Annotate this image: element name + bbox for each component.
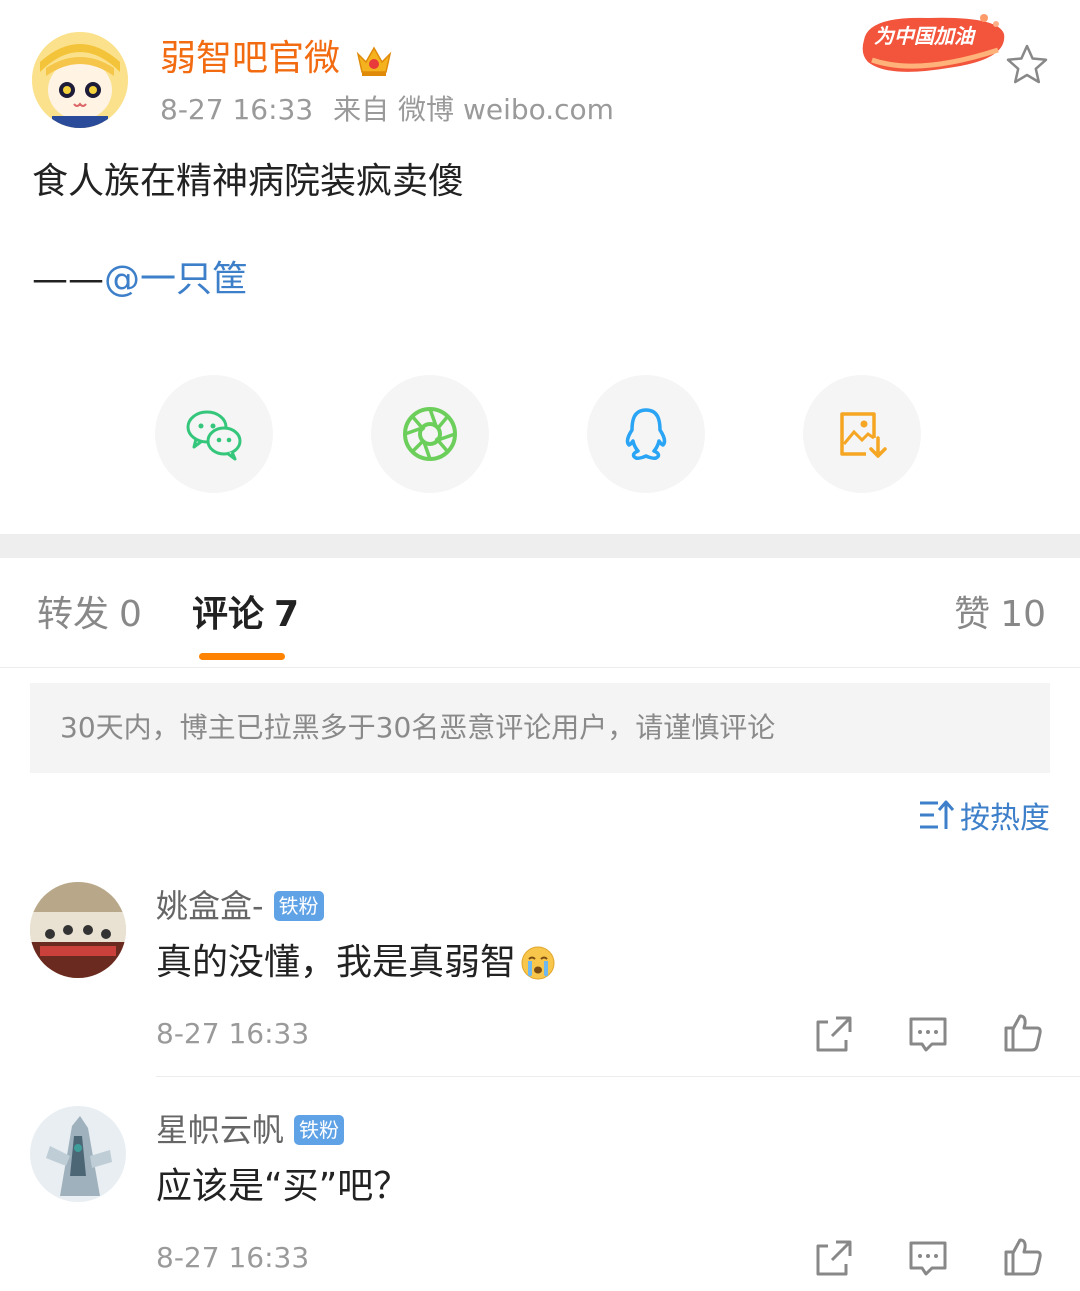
crown-icon [354,40,394,80]
tab-reposts-count: 0 [119,594,142,635]
credit-dash: —— [32,259,104,300]
tab-likes-count: 10 [1000,594,1046,635]
post-text: 食人族在精神病院装疯卖傻 [32,161,465,202]
tab-comments-count: 7 [274,594,300,635]
comment-username-row: 星帜云帆 铁粉 [156,1108,345,1152]
comment-text: 真的没懂，我是真弱智 [156,942,517,983]
share-qq-button[interactable] [587,375,705,493]
comment-divider [156,1076,1080,1077]
comment-username[interactable]: 星帜云帆 [156,1108,284,1152]
wechat-icon [186,410,242,461]
tab-reposts-label: 转发 [37,594,110,635]
qq-icon [625,408,667,460]
comment-username[interactable]: 姚盒盒- [156,884,264,928]
sort-icon [920,800,954,829]
commenter-avatar[interactable] [30,882,126,978]
comment-reply-icon[interactable] [906,1236,950,1280]
comment-reply-icon[interactable] [906,1012,950,1056]
moments-icon [403,407,457,461]
post-credit: ——@一只筐 [32,254,248,306]
tab-likes-label: 赞 [954,594,991,635]
comment-like-icon[interactable] [1000,1234,1044,1278]
post-time: 8-27 16:33 [160,93,314,126]
share-moments-button[interactable] [371,375,489,493]
tab-comments[interactable]: 评论 7 [192,590,299,640]
author-avatar[interactable] [32,32,128,128]
promo-badge-text: 为中国加油 [874,24,974,48]
comment-username-row: 姚盒盒- 铁粉 [156,884,324,928]
save-image-icon [840,412,887,458]
comment-time: 8-27 16:33 [156,1241,310,1274]
fan-badge: 铁粉 [273,891,324,921]
tab-likes[interactable]: 赞 10 [954,590,1046,640]
comment-repost-icon[interactable] [812,1012,856,1056]
sort-by-hot-button[interactable]: 按热度 [918,794,1050,836]
tab-comments-label: 评论 [192,594,265,635]
crying-face-icon [521,946,555,980]
author-name[interactable]: 弱智吧官微 [160,34,340,84]
save-image-button[interactable] [803,375,921,493]
promo-badge[interactable]: 为中国加油 [858,10,1008,80]
comment-time: 8-27 16:33 [156,1017,310,1050]
active-tab-indicator [199,653,285,660]
section-separator [0,534,1080,558]
comment-like-icon[interactable] [1000,1010,1044,1054]
post-source: 来自 微博 weibo.com [333,93,614,126]
share-wechat-button[interactable] [155,375,273,493]
sort-label: 按热度 [960,801,1050,836]
comment-notice: 30天内，博主已拉黑多于30名恶意评论用户，请谨慎评论 [30,683,1050,773]
comment-text-row: 应该是“买”吧？ [156,1160,409,1214]
commenter-avatar[interactable] [30,1106,126,1202]
comment-text: 应该是“买”吧？ [156,1166,410,1207]
tabs-divider [0,667,1080,668]
mention-link[interactable]: @一只筐 [104,259,248,300]
comment-text-row: 真的没懂，我是真弱智 [156,936,556,990]
favorite-star-icon[interactable] [1004,42,1050,88]
tab-reposts[interactable]: 转发 0 [37,590,142,640]
comment-repost-icon[interactable] [812,1236,856,1280]
post-meta: 8-27 16:33 来自 微博 weibo.com [160,90,634,130]
fan-badge: 铁粉 [294,1115,345,1145]
